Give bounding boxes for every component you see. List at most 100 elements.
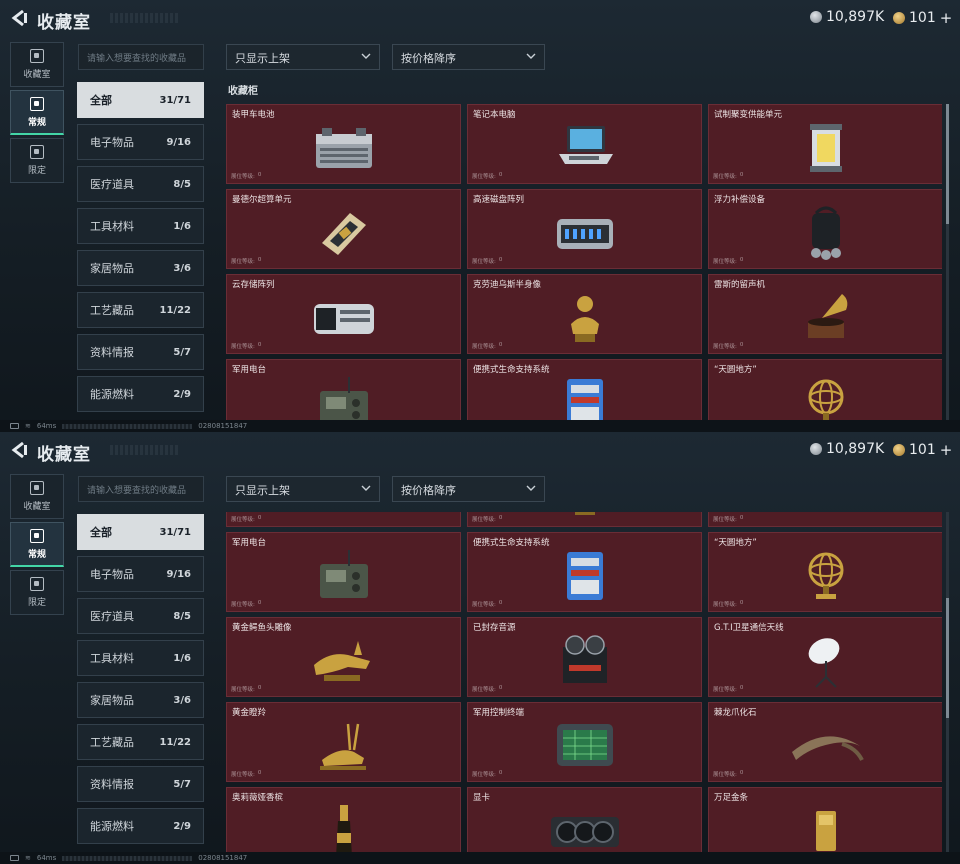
level-value: 0 xyxy=(257,600,262,606)
ticket-amount: 101 xyxy=(909,10,936,26)
add-icon[interactable]: + xyxy=(940,9,953,27)
category-item[interactable]: 家居物品 3/6 xyxy=(77,250,204,286)
collection-card[interactable]: 棘龙爪化石 展位等级: 0 xyxy=(708,702,942,782)
collection-card[interactable]: 黄金鳄鱼头雕像 展位等级: 0 xyxy=(226,617,461,697)
sort-dropdown[interactable]: 按价格降序 xyxy=(392,476,545,502)
category-item[interactable]: 电子物品 9/16 xyxy=(77,556,204,592)
collection-card[interactable]: G.T.I卫星通信天线 展位等级: 0 xyxy=(708,617,942,697)
search-input[interactable]: 请输入想要查找的收藏品 xyxy=(78,476,204,502)
scroll-thumb[interactable] xyxy=(946,598,949,718)
category-item[interactable]: 电子物品 9/16 xyxy=(77,124,204,160)
collection-card[interactable]: 便携式生命支持系统 展位等级:0 xyxy=(467,532,702,612)
phonograph-icon xyxy=(786,512,866,519)
collection-card[interactable]: 黄金瞪羚 展位等级: 0 xyxy=(226,702,461,782)
left-tab-1[interactable]: 常规 xyxy=(10,522,64,567)
card-title: 云存储阵列 xyxy=(232,280,275,290)
collection-card[interactable]: 装甲车电池 展位等级: 0 xyxy=(226,104,461,184)
level-label: 展位等级: xyxy=(713,174,737,180)
scroll-thumb[interactable] xyxy=(946,104,949,224)
collection-card[interactable]: 万足金条 展位等级:0 xyxy=(708,787,942,852)
collection-card[interactable]: 雷斯的留声机 展位等级:0 xyxy=(708,274,942,354)
category-item[interactable]: 能源燃料 2/9 xyxy=(77,808,204,844)
category-count: 1/6 xyxy=(173,220,191,232)
level-label: 展位等级: xyxy=(472,602,496,608)
left-tab-label: 常规 xyxy=(27,549,46,560)
radio-icon xyxy=(319,550,368,598)
collection-card[interactable]: 显卡 展位等级:0 xyxy=(467,787,702,852)
level-label: 展位等级: xyxy=(472,344,496,350)
battery-icon xyxy=(315,128,372,168)
collection-card[interactable]: 浮力补偿设备 展位等级: 0 xyxy=(708,189,942,269)
terminal-icon xyxy=(556,724,613,766)
category-count: 11/22 xyxy=(159,736,191,748)
card-title: 浮力补偿设备 xyxy=(714,195,766,205)
collection-card[interactable]: 克劳迪乌斯半身像 展位等级:0 xyxy=(467,512,702,527)
collection-icon xyxy=(30,96,44,111)
ticket-balance[interactable]: 101 + xyxy=(893,9,952,27)
collection-card[interactable]: 曼德尔超算单元 展位等级: 0 xyxy=(226,189,461,269)
category-item[interactable]: 工艺藏品 11/22 xyxy=(77,292,204,328)
coin-icon xyxy=(810,443,822,455)
category-item[interactable]: 全部 31/71 xyxy=(77,82,204,118)
ticket-balance[interactable]: 101 + xyxy=(893,441,952,459)
category-count: 9/16 xyxy=(166,136,191,148)
category-item[interactable]: 资料情报 5/7 xyxy=(77,766,204,802)
filter-dropdown[interactable]: 只显示上架 xyxy=(226,476,380,502)
collection-card[interactable]: 奥莉薇娅香槟 展位等级:0 xyxy=(226,787,461,852)
category-item[interactable]: 工具材料 1/6 xyxy=(77,208,204,244)
left-tab-label: 收藏室 xyxy=(23,502,51,512)
armillary-icon xyxy=(808,552,843,599)
status-bar: ≋ 64ms 02808151847 xyxy=(0,420,960,432)
category-item[interactable]: 资料情报 5/7 xyxy=(77,334,204,370)
category-item[interactable]: 医疗道具 8/5 xyxy=(77,598,204,634)
collection-card[interactable]: 云存储阵列 展位等级:0 xyxy=(226,512,461,527)
collection-card[interactable]: “天圆地方” 展位等级:0 xyxy=(708,532,942,612)
gpu-icon xyxy=(550,817,619,847)
page-title: 收藏室 xyxy=(37,13,91,33)
collection-card[interactable]: 已封存音源 展位等级: 0 xyxy=(467,617,702,697)
collection-card[interactable]: 便携式生命支持系统 展位等级:0 xyxy=(467,359,702,420)
left-tab-1[interactable]: 常规 xyxy=(10,90,64,135)
level-label: 展位等级: xyxy=(472,687,496,693)
back-arrow-icon[interactable] xyxy=(10,9,28,27)
sort-dropdown[interactable]: 按价格降序 xyxy=(392,44,545,70)
ticket-icon xyxy=(893,444,905,456)
search-input[interactable]: 请输入想要查找的收藏品 xyxy=(78,44,204,70)
collection-card[interactable]: 军用控制终端 展位等级: 0 xyxy=(467,702,702,782)
level-value: 0 xyxy=(498,172,503,178)
left-tab-0[interactable]: 收藏室 xyxy=(10,42,64,87)
back-arrow-icon[interactable] xyxy=(10,441,28,459)
category-item[interactable]: 能源燃料 2/9 xyxy=(77,376,204,412)
card-title: 试制聚变供能单元 xyxy=(714,110,783,120)
collection-card[interactable]: “天圆地方” 展位等级:0 xyxy=(708,359,942,420)
champagne-icon xyxy=(335,805,352,852)
level-label: 展位等级: xyxy=(472,174,496,180)
card-level: 展位等级: 0 xyxy=(231,600,261,608)
filter-dropdown[interactable]: 只显示上架 xyxy=(226,44,380,70)
add-icon[interactable]: + xyxy=(940,441,953,459)
card-level: 展位等级: 0 xyxy=(231,342,261,350)
left-tab-2[interactable]: 限定 xyxy=(10,570,64,615)
collection-card[interactable]: 高速磁盘阵列 展位等级: 0 xyxy=(467,189,702,269)
category-item[interactable]: 医疗道具 8/5 xyxy=(77,166,204,202)
card-title: 万足金条 xyxy=(714,793,749,803)
collection-card[interactable]: 笔记本电脑 展位等级: 0 xyxy=(467,104,702,184)
chevron-down-icon xyxy=(361,53,371,59)
category-item[interactable]: 工艺藏品 11/22 xyxy=(77,724,204,760)
card-level: 展位等级: 0 xyxy=(472,172,502,180)
level-value: 0 xyxy=(739,515,744,521)
collection-card[interactable]: 军用电台 展位等级:0 xyxy=(226,359,461,420)
collection-card[interactable]: 试制聚变供能单元 展位等级: 0 xyxy=(708,104,942,184)
collection-card[interactable]: 军用电台 展位等级:0 xyxy=(226,532,461,612)
left-tab-2[interactable]: 限定 xyxy=(10,138,64,183)
category-item[interactable]: 工具材料 1/6 xyxy=(77,640,204,676)
category-item[interactable]: 家居物品 3/6 xyxy=(77,682,204,718)
category-count: 9/16 xyxy=(166,568,191,580)
category-item[interactable]: 全部 31/71 xyxy=(77,514,204,550)
collection-card[interactable]: 克劳迪乌斯半身像 展位等级:0 xyxy=(467,274,702,354)
collection-card[interactable]: 云存储阵列 展位等级:0 xyxy=(226,274,461,354)
collection-card[interactable]: 雷斯的留声机 展位等级:0 xyxy=(708,512,942,527)
title-decoration xyxy=(110,445,180,455)
left-tab-0[interactable]: 收藏室 xyxy=(10,474,64,519)
category-count: 2/9 xyxy=(173,388,191,400)
